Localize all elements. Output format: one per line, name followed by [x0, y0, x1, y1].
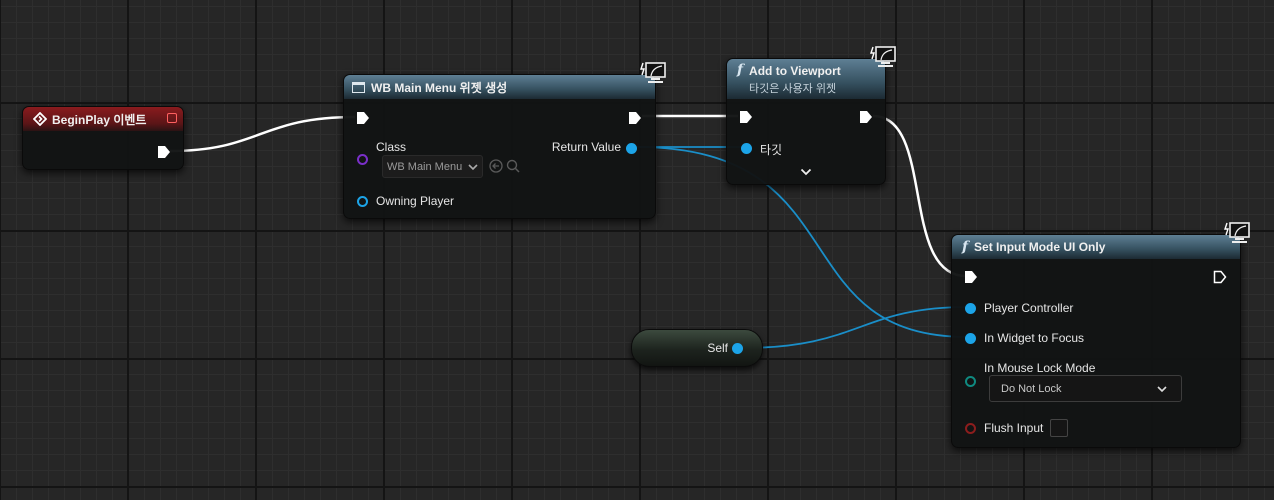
search-icon[interactable] — [506, 159, 520, 173]
class-pin[interactable] — [357, 154, 368, 165]
widget-icon — [352, 81, 365, 93]
expand-chevron-icon[interactable] — [800, 168, 812, 176]
mouse-lock-mode-pin[interactable] — [965, 376, 976, 387]
set-input-mode-header: f Set Input Mode UI Only — [952, 235, 1240, 259]
begin-play-title: BeginPlay 이벤트 — [52, 112, 147, 127]
set-input-mode-title: Set Input Mode UI Only — [974, 240, 1106, 254]
return-value-label: Return Value — [551, 140, 621, 154]
self-label: Self — [707, 341, 728, 355]
flush-input-checkbox[interactable] — [1050, 419, 1068, 437]
begin-play-header: BeginPlay 이벤트 — [23, 107, 183, 131]
owning-player-label: Owning Player — [376, 194, 455, 208]
flush-input-label: Flush Input — [984, 421, 1044, 435]
input-mode-exec-in-pin[interactable] — [964, 270, 978, 284]
create-widget-header: WB Main Menu 위젯 생성 — [344, 75, 655, 99]
input-mode-exec-out-pin[interactable] — [1213, 270, 1227, 284]
mouse-lock-mode-label: In Mouse Lock Mode — [984, 361, 1096, 375]
return-value-pin[interactable] — [626, 143, 637, 154]
player-controller-pin[interactable] — [965, 303, 976, 314]
class-select[interactable]: WB Main Menu — [382, 155, 483, 178]
add-to-viewport-header: f Add to Viewport 타깃은 사용자 위젯 — [727, 59, 885, 99]
replication-monitor-icon — [640, 62, 666, 83]
mouse-lock-mode-select[interactable]: Do Not Lock — [989, 375, 1182, 402]
event-diamond-icon — [33, 112, 47, 126]
viewport-exec-out-pin[interactable] — [859, 110, 873, 124]
target-label: 타깃 — [760, 143, 783, 157]
chevron-down-icon — [468, 163, 478, 170]
create-widget-title: WB Main Menu 위젯 생성 — [371, 80, 508, 95]
object-wire-self-to-player-controller — [741, 306, 969, 349]
begin-play-exec-out-pin[interactable] — [157, 145, 171, 159]
add-to-viewport-node[interactable]: f Add to Viewport 타깃은 사용자 위젯 타깃 — [726, 58, 886, 185]
mouse-lock-mode-value: Do Not Lock — [1001, 382, 1062, 395]
begin-play-node[interactable]: BeginPlay 이벤트 — [22, 106, 184, 170]
self-out-pin[interactable] — [732, 343, 743, 354]
chevron-down-icon — [1157, 386, 1167, 393]
widget-to-focus-label: In Widget to Focus — [984, 331, 1085, 345]
create-widget-exec-out-pin[interactable] — [628, 111, 642, 125]
create-widget-node[interactable]: WB Main Menu 위젯 생성 Class WB Main Menu Re… — [343, 74, 656, 219]
add-to-viewport-subtitle: 타깃은 사용자 위젯 — [749, 83, 837, 95]
set-input-mode-node[interactable]: f Set Input Mode UI Only Player Controll… — [951, 234, 1241, 448]
class-label: Class — [376, 140, 407, 154]
viewport-exec-in-pin[interactable] — [739, 110, 753, 124]
widget-to-focus-pin[interactable] — [965, 333, 976, 344]
owning-player-pin[interactable] — [357, 196, 368, 207]
browse-arrow-icon[interactable] — [489, 159, 503, 173]
player-controller-label: Player Controller — [984, 301, 1074, 315]
function-icon: f — [737, 62, 744, 78]
replication-monitor-icon — [1224, 222, 1250, 243]
class-select-value: WB Main Menu — [387, 160, 463, 173]
target-pin[interactable] — [741, 143, 752, 154]
flush-input-pin[interactable] — [965, 423, 976, 434]
add-to-viewport-title: Add to Viewport — [749, 64, 841, 78]
function-icon: f — [962, 239, 969, 255]
output-delegate-icon[interactable] — [167, 113, 177, 123]
self-node[interactable]: Self — [631, 329, 763, 367]
replication-monitor-icon — [870, 46, 896, 67]
exec-wire-beginplay-to-create — [169, 115, 356, 153]
create-widget-exec-in-pin[interactable] — [356, 111, 370, 125]
